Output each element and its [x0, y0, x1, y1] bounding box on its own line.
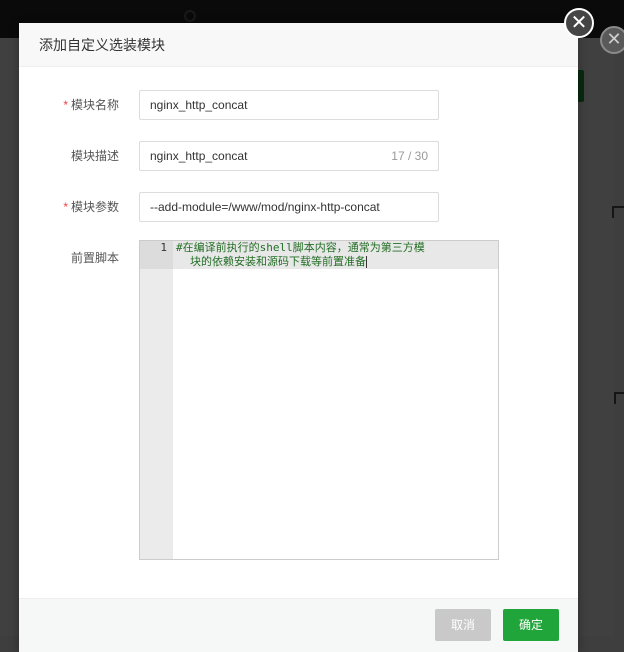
dialog-title: 添加自定义选装模块: [19, 23, 578, 67]
module-description-row: 模块描述 nginx_http_concat 17 / 30: [19, 141, 578, 171]
dialog-footer: 取消 确定: [19, 598, 578, 652]
pre-script-label: 前置脚本: [70, 251, 119, 265]
code-line-1: #在编译前执行的shell脚本内容，通常为第三方模: [176, 241, 425, 254]
module-name-label: * 模块名称: [19, 90, 119, 120]
module-description-input[interactable]: nginx_http_concat 17 / 30: [139, 141, 439, 171]
module-params-label-text: 模块参数: [70, 200, 119, 214]
module-name-input[interactable]: nginx_http_concat: [139, 90, 439, 120]
module-params-row: * 模块参数 --add-module=/www/mod/nginx-http-c…: [19, 192, 578, 222]
close-icon[interactable]: ✕: [564, 8, 594, 38]
required-mark: *: [63, 200, 68, 214]
module-description-label: 模块描述: [70, 149, 119, 163]
text-cursor: [366, 256, 367, 268]
pre-script-editor[interactable]: 1 #在编译前执行的shell脚本内容，通常为第三方模 块的依赖安装和源码下载等…: [139, 240, 499, 560]
cancel-button[interactable]: 取消: [435, 609, 491, 641]
module-name-row: * 模块名称 nginx_http_concat: [19, 90, 578, 120]
module-params-label: * 模块参数: [19, 192, 119, 222]
line-number: 1: [140, 241, 173, 269]
module-name-label-text: 模块名称: [70, 98, 119, 112]
module-description-value: nginx_http_concat: [150, 149, 248, 163]
char-counter: 17 / 30: [391, 149, 428, 163]
editor-gutter: [140, 241, 173, 559]
required-mark: *: [63, 98, 68, 112]
background-close-icon: ✕: [600, 26, 624, 54]
confirm-button[interactable]: 确定: [503, 609, 559, 641]
editor-code[interactable]: #在编译前执行的shell脚本内容，通常为第三方模 块的依赖安装和源码下载等前置…: [176, 241, 488, 269]
module-params-input[interactable]: --add-module=/www/mod/nginx-http-concat: [139, 192, 439, 222]
code-line-2: 块的依赖安装和源码下载等前置准备: [190, 255, 366, 268]
add-custom-module-dialog: 添加自定义选装模块 * 模块名称 nginx_http_concat 模块描述 n…: [19, 23, 578, 652]
